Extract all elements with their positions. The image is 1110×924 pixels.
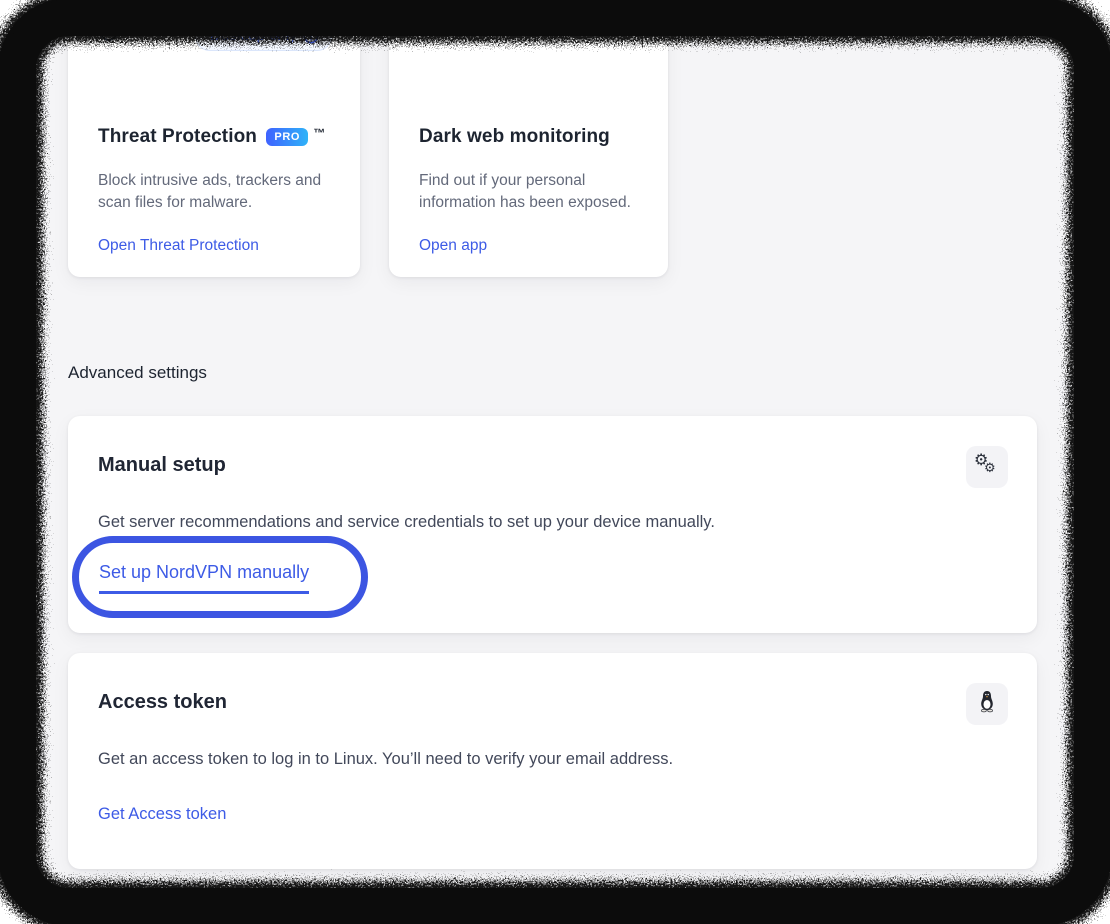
dark-web-monitoring-card: Dark web monitoring Find out if your per…: [389, 0, 668, 277]
setup-nordvpn-manually-link[interactable]: Set up NordVPN manually: [99, 562, 309, 594]
advanced-settings-heading: Advanced settings: [68, 363, 207, 383]
threat-protection-card: Desktop only Threat Protection PRO ™ Blo…: [68, 0, 360, 277]
trademark-symbol: ™: [313, 126, 325, 140]
desktop-only-badge: Desktop only: [195, 20, 332, 51]
manual-setup-card: Manual setup ⚙ ⚙ Get server recommendati…: [68, 416, 1037, 633]
gears-icon: ⚙ ⚙: [974, 454, 1000, 480]
threat-protection-title: Threat Protection PRO ™: [98, 126, 336, 148]
shield-check-icon: [96, 12, 122, 42]
manual-setup-description: Get server recommendations and service c…: [98, 510, 977, 534]
access-token-description: Get an access token to log in to Linux. …: [98, 747, 977, 771]
open-app-link[interactable]: Open app: [419, 237, 487, 255]
dark-web-title: Dark web monitoring: [419, 126, 644, 148]
threat-protection-title-text: Threat Protection: [98, 126, 257, 147]
monitoring-radar-icon: [402, 10, 430, 40]
access-token-icon-chip: [966, 683, 1008, 725]
gear-glyph-small: ⚙: [984, 462, 996, 475]
desktop-only-badge-label: Desktop only: [210, 27, 297, 44]
dark-web-description: Find out if your personal information ha…: [419, 170, 640, 214]
linux-penguin-icon: [975, 689, 999, 720]
get-access-token-link[interactable]: Get Access token: [98, 805, 226, 824]
manual-setup-icon-chip: ⚙ ⚙: [966, 446, 1008, 488]
manual-setup-title: Manual setup: [98, 454, 226, 477]
threat-protection-description: Block intrusive ads, trackers and scan f…: [98, 170, 332, 214]
access-token-card: Access token Get an access token to log …: [68, 653, 1037, 869]
access-token-title: Access token: [98, 691, 227, 714]
info-icon[interactable]: [303, 28, 319, 44]
open-threat-protection-link[interactable]: Open Threat Protection: [98, 237, 259, 255]
pro-badge: PRO: [266, 128, 308, 146]
